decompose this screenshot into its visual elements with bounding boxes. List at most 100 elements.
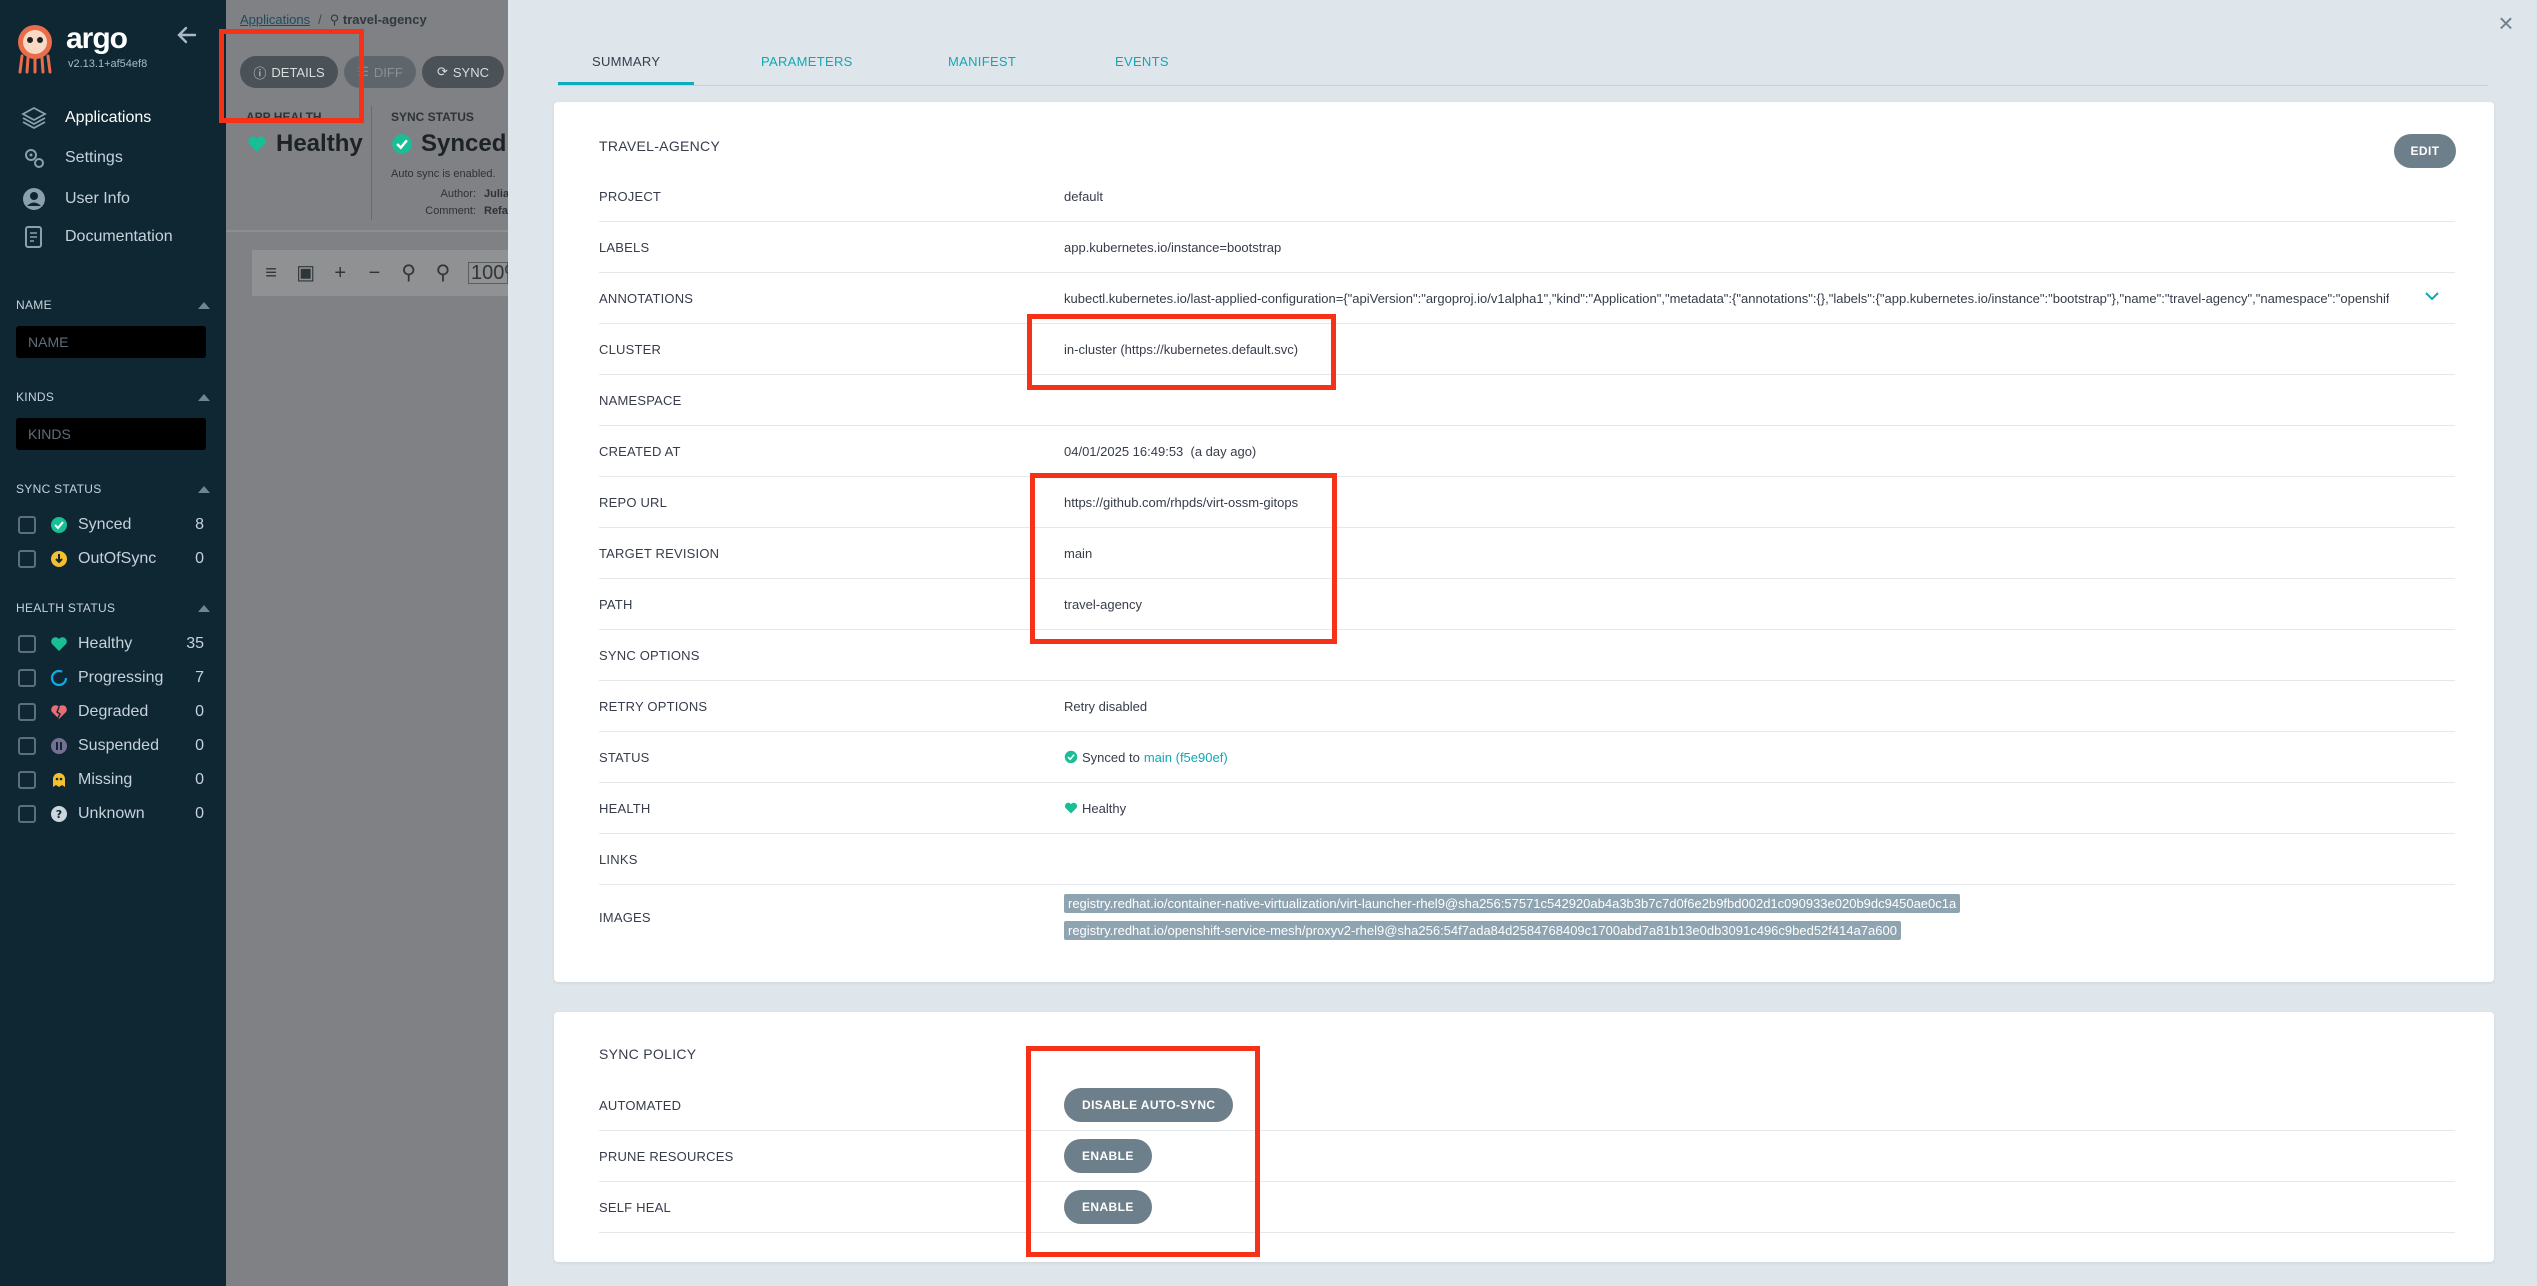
image-tag: registry.redhat.io/openshift-service-mes…: [1064, 921, 1901, 940]
sync-policy-card: SYNC POLICY AUTOMATED DISABLE AUTO-SYNC …: [554, 1012, 2494, 1262]
align-left-icon[interactable]: ≡: [262, 263, 280, 283]
collapse-chevron-icon: [198, 604, 210, 612]
row-namespace: NAMESPACE: [599, 375, 2455, 426]
check-circle-icon: [51, 517, 67, 533]
search-icon: ⚲: [329, 12, 340, 27]
filter-degraded[interactable]: Degraded 0: [18, 699, 204, 725]
info-icon: ⓘ: [253, 65, 267, 81]
tab-summary[interactable]: SUMMARY: [592, 54, 660, 69]
project-link[interactable]: default: [1064, 189, 1103, 204]
broken-heart-icon: [51, 705, 67, 719]
app-health-label: APP HEALTH: [246, 110, 322, 124]
checkbox[interactable]: [18, 771, 36, 789]
row-created-at: CREATED AT 04/01/2025 16:49:53 (a day ag…: [599, 426, 2455, 477]
tab-events[interactable]: EVENTS: [1115, 54, 1169, 69]
chevron-down-icon[interactable]: [2423, 287, 2441, 305]
checkbox[interactable]: [18, 669, 36, 687]
filter-sync-header[interactable]: SYNC STATUS: [16, 482, 210, 496]
heart-icon: [1064, 802, 1078, 814]
app-version: v2.13.1+af54ef8: [68, 58, 148, 70]
images-list: registry.redhat.io/container-native-virt…: [1064, 894, 1961, 940]
app-health-value: Healthy: [246, 130, 363, 158]
filter-kinds-header[interactable]: KINDS: [16, 390, 210, 404]
row-retry-options: RETRY OPTIONS Retry disabled: [599, 681, 2455, 732]
breadcrumb-applications-link[interactable]: Applications: [240, 12, 310, 27]
row-cluster: CLUSTER in-cluster (https://kubernetes.d…: [599, 324, 2455, 375]
filter-kinds-input[interactable]: [16, 418, 206, 450]
argo-logo-icon: [18, 25, 52, 74]
sync-button[interactable]: ⟳ SYNC: [422, 56, 504, 88]
disable-auto-sync-button[interactable]: DISABLE AUTO-SYNC: [1064, 1088, 1234, 1122]
author-label: Author:: [440, 188, 476, 200]
nav-settings[interactable]: Settings: [0, 140, 226, 176]
enable-prune-button[interactable]: ENABLE: [1064, 1139, 1152, 1173]
nav-label: User Info: [65, 190, 130, 207]
details-button[interactable]: ⓘ DETAILS: [240, 56, 338, 88]
collapse-sidebar-icon[interactable]: [176, 24, 198, 46]
image-tag: registry.redhat.io/container-native-virt…: [1064, 894, 1961, 913]
checkbox[interactable]: [18, 703, 36, 721]
filter-synced[interactable]: Synced 8: [18, 512, 204, 538]
row-prune-resources: PRUNE RESOURCES ENABLE: [599, 1131, 2455, 1182]
fit-icon[interactable]: ▣: [296, 263, 315, 283]
filter-name-input[interactable]: [16, 326, 206, 358]
nav-documentation[interactable]: Documentation: [0, 219, 226, 255]
enable-self-heal-button[interactable]: ENABLE: [1064, 1190, 1152, 1224]
status-revision-link[interactable]: main (f5e90ef): [1144, 750, 1228, 765]
zoom-in-icon[interactable]: ⚲: [400, 263, 418, 283]
filter-progressing[interactable]: Progressing 7: [18, 665, 204, 691]
nav-label: Settings: [65, 149, 123, 166]
sync-status-label: SYNC STATUS: [391, 110, 474, 124]
filter-suspended[interactable]: Suspended 0: [18, 733, 204, 759]
labels-value: app.kubernetes.io/instance=bootstrap: [1064, 239, 1282, 255]
filter-missing[interactable]: Missing 0: [18, 767, 204, 793]
collapse-chevron-icon: [198, 301, 210, 309]
path-link[interactable]: travel-agency: [1064, 597, 1142, 612]
active-tab-indicator: [558, 82, 694, 85]
edit-button[interactable]: EDIT: [2394, 134, 2456, 168]
heart-icon: [51, 637, 67, 651]
tab-parameters[interactable]: PARAMETERS: [761, 54, 853, 69]
minus-icon[interactable]: −: [365, 263, 383, 283]
zoom-out-icon[interactable]: ⚲: [434, 263, 452, 283]
checkbox[interactable]: [18, 550, 36, 568]
filter-unknown[interactable]: ? Unknown 0: [18, 801, 204, 827]
row-path: PATH travel-agency: [599, 579, 2455, 630]
nav-applications[interactable]: Applications: [0, 100, 226, 136]
ghost-icon: [53, 773, 65, 787]
question-circle-icon: ?: [51, 806, 67, 822]
progress-circle-icon: [50, 669, 68, 687]
plus-icon[interactable]: +: [331, 263, 349, 283]
author-value: Juliano: [484, 188, 508, 200]
retry-options-value: Retry disabled: [1064, 698, 1148, 714]
close-icon[interactable]: ×: [2493, 10, 2519, 36]
checkbox[interactable]: [18, 516, 36, 534]
collapse-chevron-icon: [198, 485, 210, 493]
zoom-level[interactable]: 100%: [468, 262, 508, 284]
filter-healthy[interactable]: Healthy 35: [18, 631, 204, 657]
repo-url-link[interactable]: https://github.com/rhpds/virt-ossm-gitop…: [1064, 495, 1298, 510]
tab-manifest[interactable]: MANIFEST: [948, 54, 1016, 69]
layers-icon: [21, 106, 47, 130]
cluster-value: in-cluster (https://kubernetes.default.s…: [1064, 341, 1299, 357]
filter-outofsync[interactable]: OutOfSync 0: [18, 546, 204, 572]
row-repo-url: REPO URL https://github.com/rhpds/virt-o…: [599, 477, 2455, 528]
row-status: STATUS Synced to main (f5e90ef): [599, 732, 2455, 783]
filter-health-header[interactable]: HEALTH STATUS: [16, 601, 210, 615]
diff-icon: ☰: [357, 64, 369, 79]
health-value: Healthy: [1064, 801, 1126, 816]
auto-sync-text: Auto sync is enabled.: [391, 168, 496, 180]
tab-bar: SUMMARY PARAMETERS MANIFEST EVENTS: [558, 40, 2488, 86]
target-revision-link[interactable]: main: [1064, 546, 1092, 561]
diff-button[interactable]: ☰ DIFF: [344, 56, 416, 88]
checkbox[interactable]: [18, 635, 36, 653]
heart-icon: [248, 136, 266, 152]
created-at-value: 04/01/2025 16:49:53 (a day ago): [1064, 443, 1257, 459]
breadcrumb-current: travel-agency: [342, 12, 427, 27]
checkbox[interactable]: [18, 805, 36, 823]
row-automated: AUTOMATED DISABLE AUTO-SYNC: [599, 1080, 2455, 1131]
nav-user-info[interactable]: User Info: [0, 181, 226, 217]
filter-name-header[interactable]: NAME: [16, 298, 210, 312]
checkbox[interactable]: [18, 737, 36, 755]
background-app-view: Applications / ⚲ travel-agency ⓘ DETAILS ☰ D…: [226, 0, 508, 1286]
